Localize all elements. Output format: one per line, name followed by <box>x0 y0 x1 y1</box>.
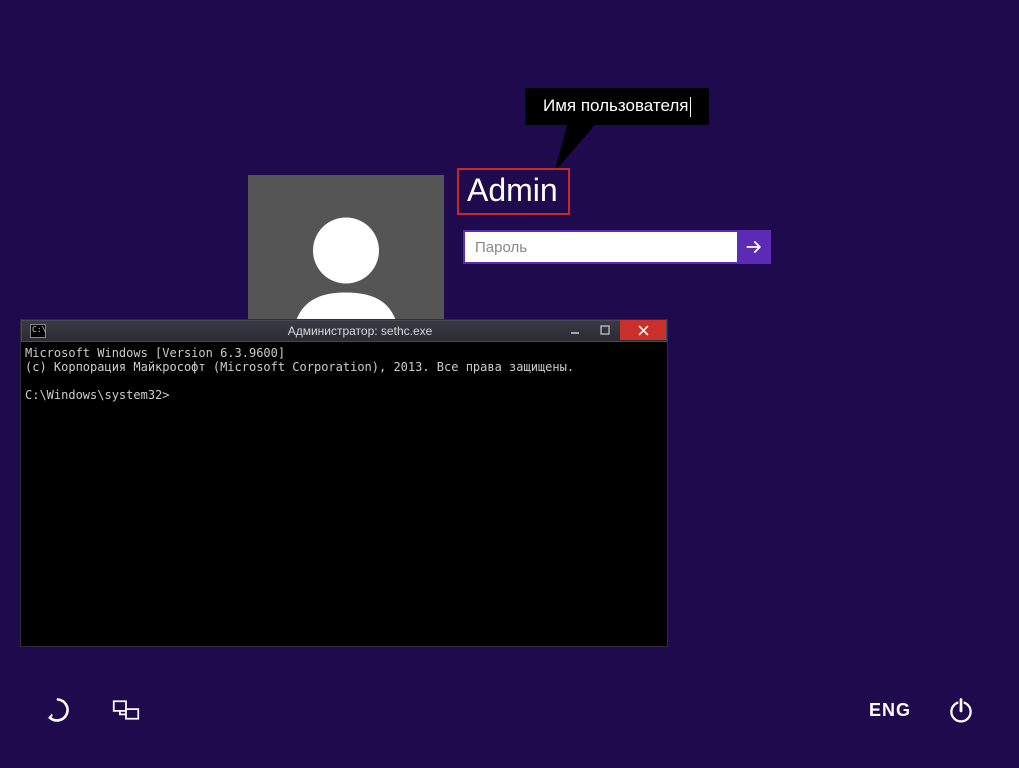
cmd-line-1: (c) Корпорация Майкрософт (Microsoft Cor… <box>25 360 574 374</box>
bottom-right-group: ENG <box>869 696 975 724</box>
password-input[interactable] <box>463 230 737 264</box>
close-icon <box>638 325 649 336</box>
username-tooltip: Имя пользователя <box>525 88 709 125</box>
username-text: Admin <box>467 172 558 208</box>
bottom-left-group <box>44 696 140 724</box>
power-button[interactable] <box>947 696 975 724</box>
network-icon <box>112 696 140 724</box>
tooltip-text: Имя пользователя <box>543 96 689 115</box>
bottom-bar: ENG <box>0 686 1019 734</box>
cmd-line-0: Microsoft Windows [Version 6.3.9600] <box>25 346 285 360</box>
window-controls <box>560 320 666 340</box>
password-group <box>463 230 771 264</box>
arrow-right-icon <box>744 237 764 257</box>
tooltip-pointer <box>548 124 595 172</box>
cmd-output[interactable]: Microsoft Windows [Version 6.3.9600] (c)… <box>21 342 667 646</box>
cmd-line-3: C:\Windows\system32> <box>25 388 170 402</box>
cmd-titlebar[interactable]: C:\ Администратор: sethc.exe <box>21 320 667 342</box>
power-icon <box>947 696 975 724</box>
maximize-icon <box>600 325 610 335</box>
minimize-button[interactable] <box>560 320 590 340</box>
language-button[interactable]: ENG <box>869 700 911 721</box>
text-caret <box>690 97 691 117</box>
cmd-app-icon: C:\ <box>30 324 46 338</box>
close-button[interactable] <box>620 320 666 340</box>
network-button[interactable] <box>112 696 140 724</box>
ease-of-access-icon <box>44 696 72 724</box>
submit-button[interactable] <box>737 230 771 264</box>
ease-of-access-button[interactable] <box>44 696 72 724</box>
cmd-window[interactable]: C:\ Администратор: sethc.exe Microsoft W… <box>21 320 667 646</box>
username-display: Admin <box>457 168 570 215</box>
maximize-button[interactable] <box>590 320 620 340</box>
minimize-icon <box>570 325 580 335</box>
